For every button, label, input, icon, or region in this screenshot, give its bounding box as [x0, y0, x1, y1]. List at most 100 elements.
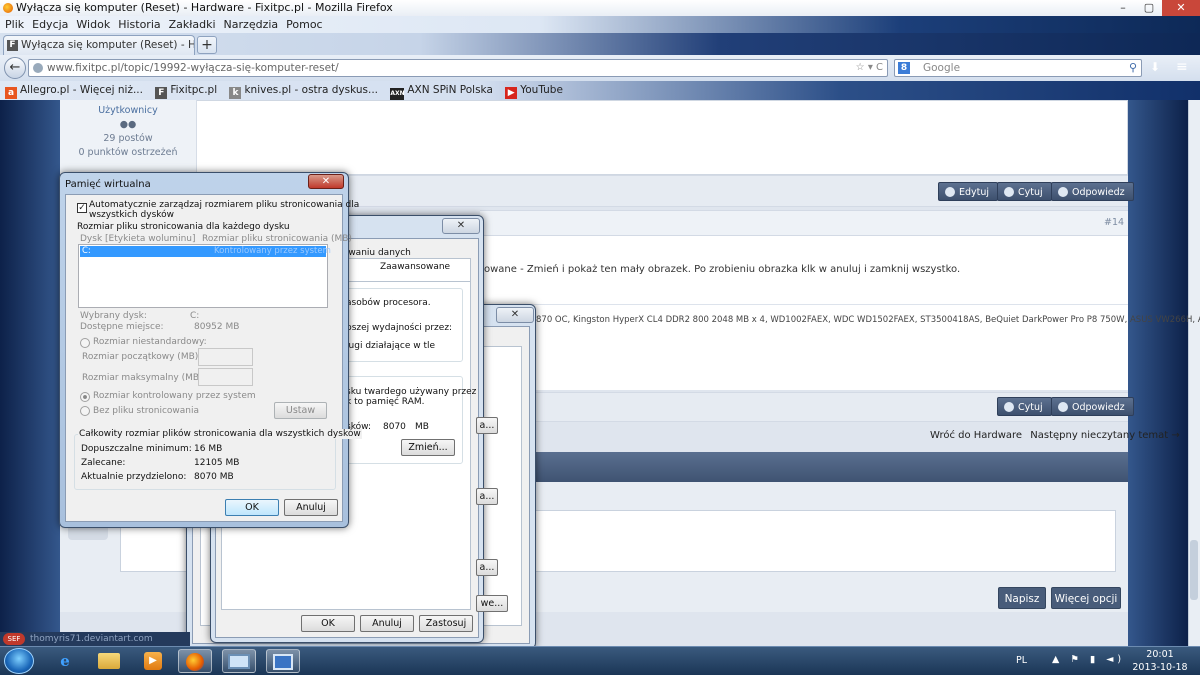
- site-identity-icon[interactable]: [33, 63, 43, 73]
- menu-widok[interactable]: Widok: [76, 18, 110, 31]
- menu-plik[interactable]: Plik: [5, 18, 24, 31]
- download-icon[interactable]: ⬇: [1150, 60, 1160, 74]
- per-drive-heading: Rozmiar pliku stronicowania dla każdego …: [77, 222, 290, 232]
- set-button[interactable]: Ustaw: [274, 402, 327, 419]
- post-text: owane - Zmień i pokaż ten mały obrazek. …: [484, 264, 961, 275]
- menu-bar: Plik Edycja Widok Historia Zakładki Narzędzia…: [0, 16, 1200, 33]
- no-paging-radio[interactable]: [80, 406, 90, 416]
- clock-date[interactable]: 2013-10-18: [1130, 662, 1190, 673]
- navigation-toolbar: ← www.fixitpc.pl/topic/19992-wyłącza-się…: [0, 55, 1200, 81]
- system-managed-radio[interactable]: [80, 392, 90, 402]
- menu-edycja[interactable]: Edycja: [32, 18, 68, 31]
- hamburger-menu-icon[interactable]: ≡: [1176, 59, 1188, 75]
- selected-drive-label: Wybrany dysk:: [80, 311, 147, 321]
- max-size-input[interactable]: [198, 368, 253, 386]
- vm-total-value: 8070: [383, 422, 406, 432]
- language-indicator[interactable]: PL: [1016, 655, 1027, 666]
- custom-size-radio[interactable]: [80, 338, 90, 348]
- signature-divider: [480, 304, 1128, 305]
- processor-text-3: ługi działające w tle: [346, 341, 436, 351]
- free-space-label: Dostępne miejsce:: [80, 322, 164, 332]
- fixitpc-icon: F: [155, 87, 168, 99]
- quote-icon: [1004, 187, 1014, 197]
- vm-ok-button[interactable]: OK: [225, 499, 279, 516]
- clock-time[interactable]: 20:01: [1134, 649, 1186, 660]
- drive-list-row-drive: C:: [82, 246, 91, 256]
- minimum-label: Dopuszczalne minimum:: [81, 444, 192, 454]
- new-tab-button[interactable]: +: [197, 36, 217, 54]
- performance-close-button[interactable]: ✕: [442, 218, 480, 234]
- edit-button[interactable]: Edytuj: [938, 182, 999, 201]
- performance-ok-button[interactable]: OK: [301, 615, 355, 632]
- menu-zakladki[interactable]: Zakładki: [169, 18, 216, 31]
- menu-historia[interactable]: Historia: [118, 18, 160, 31]
- more-options-button[interactable]: Więcej opcji: [1051, 587, 1121, 609]
- system-properties-icon[interactable]: [266, 649, 300, 673]
- tab-visual-effects[interactable]: ywaniu danych: [343, 248, 411, 258]
- watermark: thomyris71.deviantart.com: [0, 632, 190, 646]
- system-properties-close-button[interactable]: ✕: [496, 307, 534, 323]
- system-settings-button-1[interactable]: a...: [476, 417, 498, 434]
- menu-pomoc[interactable]: Pomoc: [286, 18, 322, 31]
- vm-cancel-button[interactable]: Anuluj: [284, 499, 338, 516]
- firefox-icon[interactable]: [178, 649, 212, 673]
- bookmark-youtube[interactable]: ▶ YouTube: [505, 81, 563, 100]
- back-to-forum-link[interactable]: Wróć do Hardware: [930, 430, 1022, 441]
- custom-size-label: Rozmiar niestandardowy:: [93, 337, 207, 347]
- performance-apply-button[interactable]: Zastosuj: [419, 615, 473, 632]
- back-button[interactable]: ←: [4, 57, 26, 79]
- search-icon[interactable]: ⚲: [1129, 60, 1137, 76]
- performance-cancel-button[interactable]: Anuluj: [360, 615, 414, 632]
- close-window-button[interactable]: ✕: [1162, 0, 1200, 16]
- processor-text-1: asobów procesora.: [346, 298, 431, 308]
- previous-post-body: [60, 100, 1128, 175]
- system-managed-label: Rozmiar kontrolowany przez system: [93, 391, 256, 401]
- post-body: [480, 236, 1128, 390]
- explorer-icon[interactable]: [92, 649, 126, 673]
- maximize-button[interactable]: ▢: [1136, 0, 1162, 16]
- system-settings-button-2[interactable]: a...: [476, 488, 498, 505]
- currently-allocated-value: 8070 MB: [194, 472, 234, 482]
- tab-active[interactable]: F Wyłącza się komputer (Reset) - Hardwar…: [3, 35, 195, 55]
- drive-list-row-size: Kontrolowany przez system: [214, 246, 331, 256]
- change-virtual-memory-button[interactable]: Zmień...: [401, 439, 455, 456]
- next-unread-link[interactable]: Następny nieczytany temat →: [1030, 430, 1180, 441]
- tray-icons[interactable]: ▲ ⚑ ▮ ◄): [1052, 654, 1125, 665]
- initial-size-input[interactable]: [198, 348, 253, 366]
- system-settings-button-3[interactable]: a...: [476, 559, 498, 576]
- no-paging-label: Bez pliku stronicowania: [93, 406, 199, 416]
- author-warnings: 0 punktów ostrzeżeń: [78, 147, 178, 158]
- vm-text-1: sku twardego używany przez: [346, 387, 477, 397]
- virtual-memory-close-button[interactable]: ✕: [308, 174, 344, 189]
- signature-text: 870 OC, Kingston HyperX CL4 DDR2 800 204…: [536, 315, 1200, 325]
- scrollbar-thumb[interactable]: [1190, 540, 1198, 600]
- bookmarks-toolbar: a Allegro.pl - Więcej niż... F Fixitpc.pl …: [0, 81, 1200, 100]
- bookmark-axn[interactable]: AXN AXN SPiN Polska: [390, 81, 493, 100]
- post-reply-button[interactable]: Napisz: [998, 587, 1046, 609]
- minimize-button[interactable]: –: [1110, 0, 1136, 16]
- quote-button[interactable]: Cytuj: [997, 182, 1052, 201]
- bookmark-knives[interactable]: k knives.pl - ostra dyskus...: [229, 81, 378, 100]
- quote-button-2[interactable]: Cytuj: [997, 397, 1052, 416]
- bookmark-allegro[interactable]: a Allegro.pl - Więcej niż...: [5, 81, 143, 100]
- environment-variables-button[interactable]: we...: [476, 595, 508, 612]
- reply-icon: [1058, 187, 1068, 197]
- ie-icon[interactable]: e: [48, 649, 82, 673]
- media-player-icon[interactable]: ▶: [136, 649, 170, 673]
- reply-button[interactable]: Odpowiedz: [1051, 182, 1134, 201]
- menu-narzedzia[interactable]: Narzędzia: [224, 18, 279, 31]
- start-button[interactable]: [4, 648, 34, 674]
- google-engine-icon[interactable]: 8: [898, 62, 910, 74]
- reply-button-2[interactable]: Odpowiedz: [1051, 397, 1134, 416]
- post-number[interactable]: #14: [1104, 217, 1124, 228]
- search-bar[interactable]: 8 Google ⚲: [894, 59, 1142, 77]
- bookmark-fixitpc[interactable]: F Fixitpc.pl: [155, 81, 217, 100]
- tab-label: Wyłącza się komputer (Reset) - Hardwar..…: [21, 39, 194, 51]
- url-bar[interactable]: www.fixitpc.pl/topic/19992-wyłącza-się-k…: [28, 59, 888, 77]
- auto-manage-checkbox[interactable]: ✓: [77, 203, 87, 213]
- processor-text-2: pszej wydajności przez:: [346, 323, 453, 333]
- fixitpc-favicon-icon: F: [7, 40, 18, 51]
- remote-desktop-icon[interactable]: [222, 649, 256, 673]
- column-drive-header: Dysk [Etykieta woluminu]: [80, 234, 196, 244]
- bookmark-star-reload-icons[interactable]: ☆ ▾ C: [856, 60, 883, 76]
